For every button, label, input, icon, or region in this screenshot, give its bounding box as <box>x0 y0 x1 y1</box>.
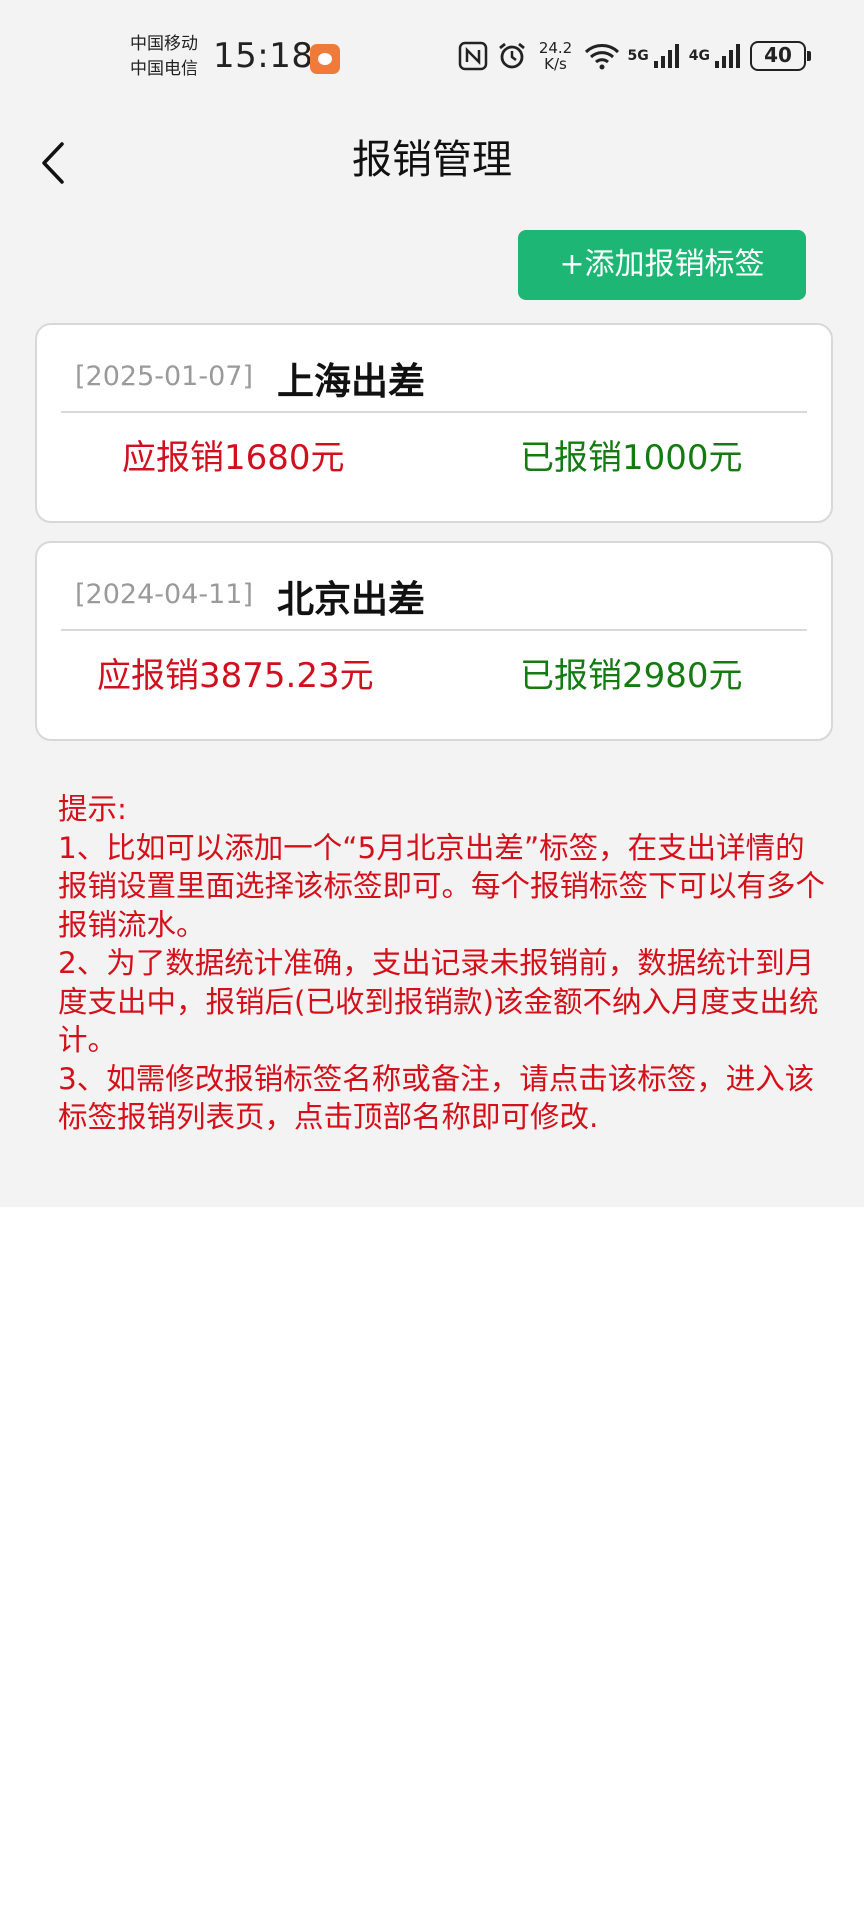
network-type-2: 4G <box>688 48 710 64</box>
card-date: [2024-04-11] <box>75 579 253 610</box>
tip-item: 2、为了数据统计准确，支出记录未报销前，数据统计到月度支出中，报销后(已收到报销… <box>58 946 819 1057</box>
status-icons: 24.2 K/s 5G 4G 40 <box>458 36 811 76</box>
carrier-2: 中国电信 <box>130 59 198 79</box>
card-name: 北京出差 <box>277 578 425 621</box>
tips-title: 提示: <box>58 792 127 826</box>
status-bar: 中国移动 中国电信 15:18 24.2 K/s 5G 4G 40 <box>0 0 864 110</box>
tips-section: 提示: 1、比如可以添加一个“5月北京出差”标签，在支出详情的报销设置里面选择该… <box>58 790 828 1137</box>
card-paid-amount: 已报销2980元 <box>520 656 743 696</box>
add-tag-button[interactable]: +添加报销标签 <box>518 230 806 300</box>
tip-item: 3、如需修改报销标签名称或备注，请点击该标签，进入该标签报销列表页，点击顶部名称… <box>58 1061 815 1135</box>
wifi-icon <box>584 41 620 71</box>
network-speed-unit: K/s <box>544 55 567 73</box>
alarm-icon <box>496 40 528 72</box>
card-divider <box>61 629 807 631</box>
network-speed: 24.2 K/s <box>536 40 576 72</box>
reimbursement-card[interactable]: [2024-04-11] 北京出差 应报销3875.23元 已报销2980元 <box>35 541 833 741</box>
network-type-1: 5G <box>627 48 649 64</box>
card-due-amount: 应报销1680元 <box>122 438 345 478</box>
carrier-1: 中国移动 <box>130 34 198 54</box>
status-time: 15:18 <box>213 36 314 76</box>
card-name: 上海出差 <box>277 360 425 403</box>
battery-icon: 40 <box>750 41 811 71</box>
network-speed-value: 24.2 <box>538 39 573 57</box>
nfc-icon <box>458 41 488 71</box>
nav-bar: 报销管理 <box>0 110 864 210</box>
app-badge-icon <box>310 44 340 74</box>
card-paid-amount: 已报销1000元 <box>520 438 743 478</box>
reimbursement-card[interactable]: [2025-01-07] 上海出差 应报销1680元 已报销1000元 <box>35 323 833 523</box>
page-title: 报销管理 <box>352 137 512 183</box>
signal-icon <box>653 43 681 69</box>
tip-item: 1、比如可以添加一个“5月北京出差”标签，在支出详情的报销设置里面选择该标签即可… <box>58 830 826 942</box>
carrier-info: 中国移动 中国电信 <box>130 32 198 82</box>
page-background: 中国移动 中国电信 15:18 24.2 K/s 5G 4G 40 报销管理 +… <box>0 0 864 1207</box>
signal-icon <box>714 43 742 69</box>
card-divider <box>61 411 807 413</box>
card-date: [2025-01-07] <box>75 361 253 392</box>
card-due-amount: 应报销3875.23元 <box>97 656 374 696</box>
